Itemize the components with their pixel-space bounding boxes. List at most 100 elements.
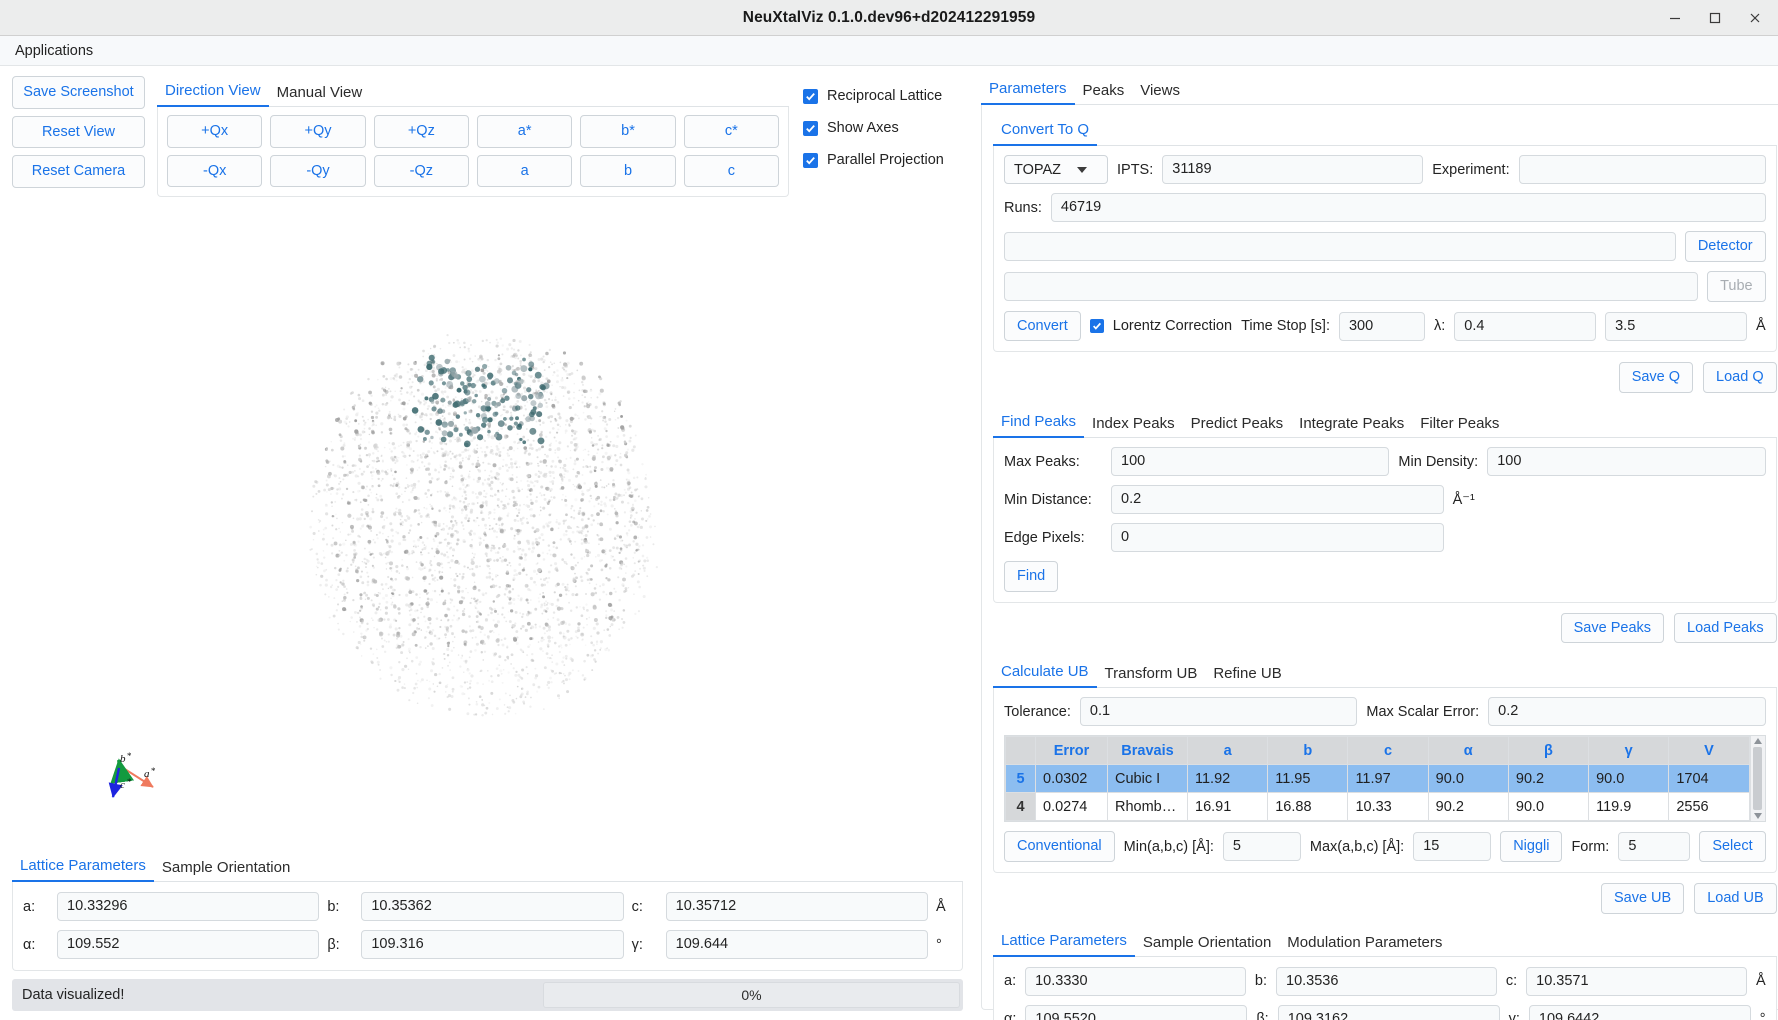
ub-results-table[interactable]: ErrorBravaisabcαβγV 50.0302Cubic I11.921… xyxy=(1005,736,1750,821)
table-cell[interactable]: 90.0 xyxy=(1508,793,1588,821)
row-index-cell[interactable]: 5 xyxy=(1006,765,1036,793)
table-scrollbar[interactable] xyxy=(1750,736,1765,821)
form-input[interactable]: 5 xyxy=(1618,832,1690,861)
lattice-gamma-input[interactable]: 109.644 xyxy=(666,930,928,959)
tube-button[interactable]: Tube xyxy=(1707,271,1766,302)
min-abc-input[interactable]: 5 xyxy=(1223,832,1301,861)
direction-button-plus-qy[interactable]: +Qy xyxy=(270,115,365,148)
right-lattice-b-input[interactable]: 10.3536 xyxy=(1276,967,1497,996)
direction-button-b-star[interactable]: b* xyxy=(580,115,675,148)
max-peaks-input[interactable]: 100 xyxy=(1111,447,1389,476)
reset-view-button[interactable]: Reset View xyxy=(12,116,145,149)
close-icon[interactable] xyxy=(1740,5,1770,31)
table-cell[interactable]: 11.95 xyxy=(1268,765,1348,793)
tab-modulation-parameters[interactable]: Modulation Parameters xyxy=(1279,931,1450,957)
checkbox-show-axes[interactable]: Show Axes xyxy=(803,120,963,136)
load-ub-button[interactable]: Load UB xyxy=(1694,883,1776,914)
lambda-max-input[interactable]: 3.5 xyxy=(1605,312,1747,341)
right-lattice-a-input[interactable]: 10.3330 xyxy=(1025,967,1246,996)
table-cell[interactable]: 16.91 xyxy=(1188,793,1268,821)
direction-button-minus-qy[interactable]: -Qy xyxy=(270,155,365,188)
lattice-beta-input[interactable]: 109.316 xyxy=(361,930,623,959)
table-cell[interactable]: 90.0 xyxy=(1589,765,1669,793)
right-lattice-beta-input[interactable]: 109.3162 xyxy=(1278,1005,1500,1020)
max-scalar-error-input[interactable]: 0.2 xyxy=(1488,697,1765,726)
tolerance-input[interactable]: 0.1 xyxy=(1080,697,1357,726)
tab-right-sample-orientation[interactable]: Sample Orientation xyxy=(1135,931,1279,957)
direction-button-plus-qx[interactable]: +Qx xyxy=(167,115,262,148)
tab-transform-ub[interactable]: Transform UB xyxy=(1097,662,1206,688)
column-header-β[interactable]: β xyxy=(1508,737,1588,765)
table-cell[interactable]: 11.97 xyxy=(1348,765,1428,793)
tab-calculate-ub[interactable]: Calculate UB xyxy=(993,660,1097,688)
3d-viewport[interactable]: b * a * c * xyxy=(12,206,963,845)
direction-button-c-star[interactable]: c* xyxy=(684,115,779,148)
tab-filter-peaks[interactable]: Filter Peaks xyxy=(1412,412,1507,438)
load-peaks-button[interactable]: Load Peaks xyxy=(1674,613,1777,644)
select-button[interactable]: Select xyxy=(1699,831,1765,862)
table-row[interactable]: 40.0274Rhomb…16.9116.8810.3390.290.0119.… xyxy=(1006,793,1750,821)
column-header-a[interactable]: a xyxy=(1188,737,1268,765)
right-lattice-c-input[interactable]: 10.3571 xyxy=(1526,967,1747,996)
lattice-a-input[interactable]: 10.33296 xyxy=(57,892,319,921)
direction-button-c[interactable]: c xyxy=(684,155,779,188)
column-header-Bravais[interactable]: Bravais xyxy=(1108,737,1188,765)
detector-path-input[interactable] xyxy=(1004,232,1676,261)
tab-find-peaks[interactable]: Find Peaks xyxy=(993,410,1084,438)
tab-right-lattice-parameters[interactable]: Lattice Parameters xyxy=(993,929,1135,957)
table-cell[interactable]: 90.2 xyxy=(1428,793,1508,821)
table-cell[interactable]: 0.0302 xyxy=(1036,765,1108,793)
column-header-b[interactable]: b xyxy=(1268,737,1348,765)
checkbox-reciprocal-lattice[interactable]: Reciprocal Lattice xyxy=(803,88,963,104)
tab-predict-peaks[interactable]: Predict Peaks xyxy=(1183,412,1292,438)
tab-refine-ub[interactable]: Refine UB xyxy=(1205,662,1289,688)
table-cell[interactable]: 11.92 xyxy=(1188,765,1268,793)
ipts-input[interactable]: 31189 xyxy=(1162,155,1423,184)
menu-item-applications[interactable]: Applications xyxy=(11,41,97,61)
tab-lattice-parameters[interactable]: Lattice Parameters xyxy=(12,854,154,882)
tab-integrate-peaks[interactable]: Integrate Peaks xyxy=(1291,412,1412,438)
direction-button-minus-qz[interactable]: -Qz xyxy=(374,155,469,188)
table-cell[interactable]: 1704 xyxy=(1669,765,1749,793)
direction-button-a[interactable]: a xyxy=(477,155,572,188)
scroll-down-icon[interactable] xyxy=(1754,813,1762,819)
scrollbar-thumb[interactable] xyxy=(1753,747,1762,810)
maximize-icon[interactable] xyxy=(1700,5,1730,31)
direction-button-plus-qz[interactable]: +Qz xyxy=(374,115,469,148)
table-cell[interactable]: Cubic I xyxy=(1108,765,1188,793)
minimize-icon[interactable] xyxy=(1660,5,1690,31)
column-header-c[interactable]: c xyxy=(1348,737,1428,765)
lattice-alpha-input[interactable]: 109.552 xyxy=(57,930,319,959)
table-cell[interactable]: 2556 xyxy=(1669,793,1749,821)
table-cell[interactable]: 90.2 xyxy=(1508,765,1588,793)
save-screenshot-button[interactable]: Save Screenshot xyxy=(12,76,145,109)
save-ub-button[interactable]: Save UB xyxy=(1601,883,1684,914)
scroll-up-icon[interactable] xyxy=(1754,738,1762,744)
tube-path-input[interactable] xyxy=(1004,272,1698,301)
niggli-button[interactable]: Niggli xyxy=(1500,831,1562,862)
table-cell[interactable]: Rhomb… xyxy=(1108,793,1188,821)
direction-button-minus-qx[interactable]: -Qx xyxy=(167,155,262,188)
min-distance-input[interactable]: 0.2 xyxy=(1111,485,1444,514)
table-row[interactable]: 50.0302Cubic I11.9211.9511.9790.090.290.… xyxy=(1006,765,1750,793)
tab-index-peaks[interactable]: Index Peaks xyxy=(1084,412,1183,438)
checkbox-parallel-projection[interactable]: Parallel Projection xyxy=(803,152,963,168)
load-q-button[interactable]: Load Q xyxy=(1703,362,1777,393)
save-q-button[interactable]: Save Q xyxy=(1619,362,1693,393)
table-cell[interactable]: 10.33 xyxy=(1348,793,1428,821)
right-lattice-gamma-input[interactable]: 109.6442 xyxy=(1529,1005,1751,1020)
reset-camera-button[interactable]: Reset Camera xyxy=(12,155,145,188)
column-header-γ[interactable]: γ xyxy=(1589,737,1669,765)
conventional-button[interactable]: Conventional xyxy=(1004,831,1115,862)
max-abc-input[interactable]: 15 xyxy=(1413,832,1491,861)
lattice-c-input[interactable]: 10.35712 xyxy=(666,892,928,921)
table-cell[interactable]: 90.0 xyxy=(1428,765,1508,793)
right-lattice-alpha-input[interactable]: 109.5520 xyxy=(1025,1005,1247,1020)
table-corner-cell[interactable] xyxy=(1006,737,1036,765)
tab-manual-view[interactable]: Manual View xyxy=(269,81,371,107)
table-cell[interactable]: 16.88 xyxy=(1268,793,1348,821)
tab-views[interactable]: Views xyxy=(1132,79,1188,105)
save-peaks-button[interactable]: Save Peaks xyxy=(1561,613,1664,644)
column-header-Error[interactable]: Error xyxy=(1036,737,1108,765)
edge-pixels-input[interactable]: 0 xyxy=(1111,523,1444,552)
